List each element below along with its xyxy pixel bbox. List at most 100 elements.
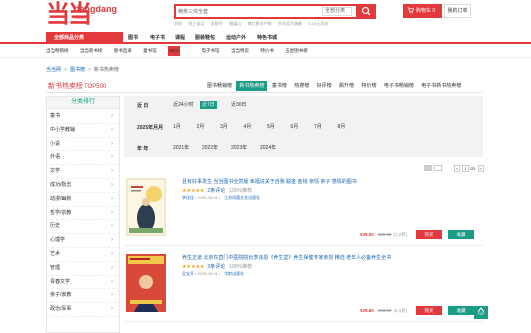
hot-word[interactable]: 发财不 (211, 21, 223, 26)
nav-item-courses[interactable]: 课程 (175, 33, 185, 43)
page-title-suffix: TOP500 (84, 84, 107, 90)
tab-bestseller[interactable]: 图书畅销榜 (204, 81, 235, 91)
breadcrumb-home[interactable]: 当当网 (46, 67, 61, 73)
my-orders-button[interactable]: 我的订单 (444, 4, 471, 18)
filter-option[interactable]: 2021年 (171, 144, 191, 152)
tab-children[interactable]: 童书榜 (269, 81, 290, 91)
current-page[interactable]: 1 (462, 165, 469, 172)
filter-option[interactable]: 8月 (336, 123, 348, 131)
search-button[interactable] (356, 4, 376, 19)
chevron-right-icon: › (111, 278, 113, 285)
book-cover-image[interactable] (126, 254, 166, 312)
sidebar-category-item[interactable]: 哲学/宗教 › (46, 207, 120, 221)
filter-option[interactable]: 近7日 (200, 101, 217, 109)
hot-word[interactable]: 笔红星学产物 (248, 21, 272, 26)
subnav-item[interactable]: 童书馆 NEW (143, 46, 190, 56)
nav-item-outdoor[interactable]: 运动户外 (226, 33, 246, 43)
sidebar-category-item[interactable]: 青春文学 › (46, 276, 120, 290)
filter-option[interactable]: 近24小时 (171, 101, 196, 109)
hot-word[interactable]: 学校 (174, 21, 182, 26)
nav-item-ebooks[interactable]: 电子书 (150, 33, 165, 43)
filter-option[interactable]: 5月 (265, 123, 277, 131)
chevron-right-icon: › (111, 237, 113, 244)
subnav-item[interactable]: 五星图书榜 (285, 46, 308, 56)
nav-item-featured[interactable]: 特色书城 (257, 33, 277, 43)
pagination: < 1 /25 > (453, 165, 484, 172)
sidebar-category-item[interactable]: 政治/军事 › (46, 303, 120, 317)
publisher-link[interactable]: 江苏凤凰文艺出版社 (224, 195, 260, 200)
product-title[interactable]: 养生正道 北京东直门中医院院长李兆恩《养生堂》养生保健专家亲授 精选 老年人必备… (182, 254, 442, 261)
prev-page-button[interactable]: < (454, 165, 461, 172)
page-title-text: 新书热卖榜 (48, 83, 83, 90)
subnav-item[interactable]: 特价书 (260, 46, 274, 56)
list-view-icon[interactable] (424, 165, 432, 171)
filter-option[interactable]: 3月 (218, 123, 230, 131)
dangdang-logo[interactable]: 当当 dangdang .com (46, 2, 136, 28)
search-icon (361, 6, 371, 16)
filter-option[interactable]: 2023年 (229, 144, 249, 152)
publish-date: 2025-06-01 (197, 271, 218, 276)
sidebar-category-item[interactable]: 历史 › (46, 220, 120, 235)
book-cover-image[interactable] (126, 178, 166, 236)
filter-option[interactable]: 2月 (195, 123, 207, 131)
buy-button[interactable]: 购买 (416, 306, 442, 315)
sidebar-category-item[interactable]: 管理 › (46, 262, 120, 276)
hot-word[interactable]: 图媒山 (229, 21, 241, 26)
subnav-item[interactable]: 电子书馆 (202, 46, 220, 56)
tab-ebook-new[interactable]: 电子书新书热卖榜 (418, 81, 464, 91)
subnav-item[interactable]: 图书直采 (114, 46, 132, 56)
filter-option[interactable]: 1月 (171, 123, 183, 131)
sidebar-category-item[interactable]: 艺术 › (46, 248, 120, 262)
all-categories-button[interactable]: 全部商品分类 (46, 32, 123, 44)
product-title[interactable]: 且有好事发生 当当图书全赏版 幸福说关于自我 聪金 金钱 亲情 亲子 感情的图书 (182, 178, 442, 185)
product-price: ¥28.00 ¥39.00 (7.2折) (360, 232, 407, 238)
cart-button[interactable]: 购物车 0 (403, 4, 442, 18)
tab-special-price[interactable]: 特价榜 (358, 81, 379, 91)
hot-word[interactable]: 京东官方旗舰 (278, 21, 302, 26)
tab-hot-search[interactable]: 热搜榜 (291, 81, 312, 91)
filter-option[interactable]: 7月 (312, 123, 324, 131)
comments-link[interactable]: 2条评论 (207, 188, 225, 194)
favorite-button[interactable]: 收藏 (448, 306, 474, 315)
subnav-item[interactable]: 当当畅销榜 (46, 46, 69, 56)
subnav-item[interactable]: 当当特卖 (231, 46, 249, 56)
sidebar-category-label: 艺术 (50, 251, 61, 257)
filter-option[interactable]: 6月 (289, 123, 301, 131)
tab-ebook-bestseller[interactable]: 电子书畅销榜 (381, 81, 417, 91)
nav-item-books[interactable]: 图书 (128, 33, 138, 43)
sidebar-category-item[interactable]: 外语 › (46, 151, 120, 166)
favorite-button[interactable]: 收藏 (448, 230, 474, 239)
buy-button[interactable]: 购买 (416, 230, 442, 239)
sidebar-category-item[interactable]: 中小学教辅 › (46, 124, 120, 138)
grid-view-icon[interactable] (434, 165, 442, 171)
nav-item-apparel[interactable]: 服装鞋包 (195, 33, 215, 43)
sidebar-category-item[interactable]: 心理学 › (46, 234, 120, 248)
ranking-tabs: 图书畅销榜 新书热卖榜 童书榜 热搜榜 好评榜 飙升榜 特价榜 电子书畅销榜 电… (204, 81, 464, 91)
filter-option[interactable]: 2024年 (258, 144, 278, 152)
hot-word[interactable]: 纸上谈兵 (188, 21, 204, 26)
hot-word[interactable]: 5.15元活动 (308, 21, 328, 26)
tab-top-rated[interactable]: 好评榜 (314, 81, 335, 91)
sidebar-category-item[interactable]: 动漫/幽默 › (46, 193, 120, 207)
breadcrumb-rankings[interactable]: 图书榜 (70, 67, 85, 73)
sidebar-category-item[interactable]: 文学 › (46, 165, 120, 179)
tab-rising[interactable]: 飙升榜 (336, 81, 357, 91)
author-link[interactable]: 李佳佳 (182, 195, 194, 200)
back-to-top-button[interactable]: TOP (474, 306, 488, 319)
author-link[interactable]: 吴宝开 (182, 271, 194, 276)
sidebar-category-item[interactable]: 成功/励志 › (46, 179, 120, 193)
search-category-select[interactable]: 全部分类 (322, 7, 352, 16)
comments-link[interactable]: 3条评论 (207, 264, 225, 270)
filter-option[interactable]: 4月 (242, 123, 254, 131)
next-page-button[interactable]: > (477, 165, 484, 172)
publisher-link[interactable]: 华龄出版社 (224, 271, 244, 276)
sidebar-category-item[interactable]: 亲子/家教 › (46, 289, 120, 304)
search-input[interactable] (178, 7, 318, 16)
filter-option[interactable]: 近30日 (229, 101, 249, 109)
filter-option[interactable]: 2022年 (200, 144, 220, 152)
tab-new-hot[interactable]: 新书热卖榜 (236, 81, 268, 91)
sidebar-category-item[interactable]: 童书 › (46, 110, 120, 124)
original-price: ¥39.00 (377, 232, 392, 237)
sidebar-category-item[interactable]: 小说 › (46, 138, 120, 152)
subnav-item[interactable]: 当当新书榜 (80, 46, 103, 56)
